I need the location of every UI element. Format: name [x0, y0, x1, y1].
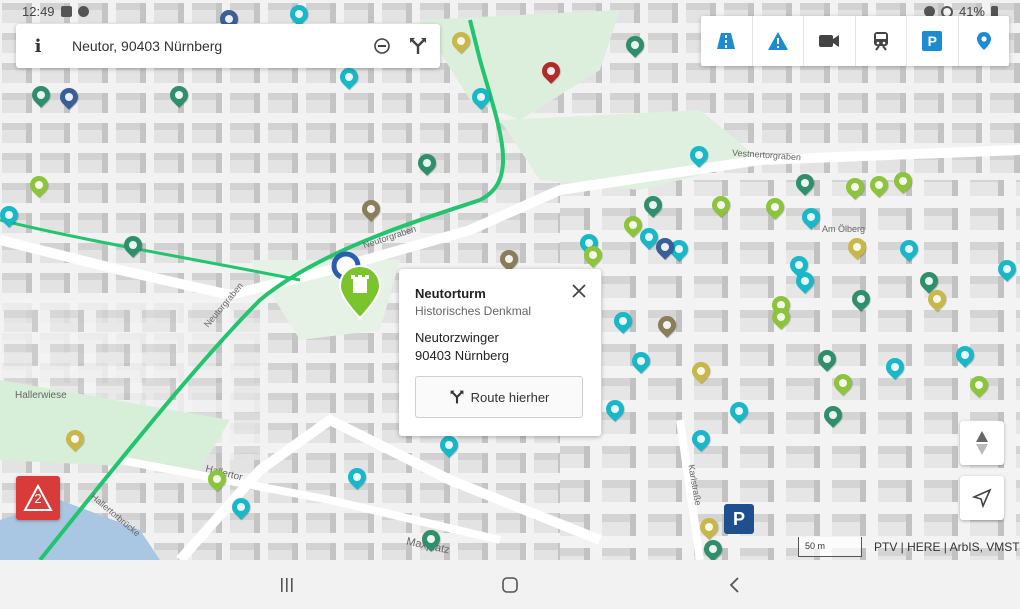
locate-me-button[interactable]: [960, 476, 1004, 520]
map-attribution: PTV | HERE | ArbIS, VMST: [874, 540, 1020, 554]
close-icon: [572, 284, 586, 298]
minus-circle-icon: [374, 38, 390, 54]
compass-button[interactable]: [960, 421, 1004, 465]
popup-title: Neutorturm: [415, 286, 486, 301]
compass-icon: [976, 431, 988, 455]
street-label: Hallerwiese: [15, 390, 67, 401]
warning-triangle-icon: [767, 32, 788, 50]
recent-apps-button[interactable]: [272, 572, 302, 598]
warning-layer-button[interactable]: [753, 16, 804, 66]
close-button[interactable]: [569, 281, 589, 301]
popup-subtitle: Historisches Denkmal: [415, 304, 532, 318]
road-icon: [717, 33, 736, 49]
search-input[interactable]: Neutor, 90403 Nürnberg: [60, 38, 364, 54]
layers-toolbar: P: [701, 16, 1009, 66]
warning-count: 2: [34, 491, 42, 506]
popup-address-line1: Neutorzwinger: [415, 330, 499, 345]
selected-poi-marker-icon[interactable]: [338, 264, 382, 320]
scale-label: 50 m: [805, 541, 826, 551]
map-scale: 50 m: [798, 537, 862, 557]
home-button[interactable]: [495, 572, 525, 598]
popup-address-line2: 90403 Nürnberg: [415, 348, 509, 363]
info-button[interactable]: i: [16, 24, 60, 68]
back-icon: [729, 577, 739, 593]
traffic-road-layer-button[interactable]: [701, 16, 753, 66]
search-bar: i Neutor, 90403 Nürnberg: [16, 24, 440, 68]
transit-layer-button[interactable]: [856, 16, 907, 66]
camera-layer-button[interactable]: [804, 16, 856, 66]
home-icon: [502, 577, 518, 593]
route-here-label: Route hierher: [470, 389, 550, 405]
parking-icon: P: [922, 31, 943, 51]
route-button[interactable]: [400, 24, 436, 68]
train-icon: [873, 32, 888, 51]
route-icon: [450, 390, 464, 404]
warnings-button[interactable]: 2: [16, 476, 60, 520]
settings-icon: [77, 6, 89, 17]
poi-popup: Neutorturm Historisches Denkmal Neutorzw…: [399, 269, 601, 436]
route-icon: [410, 38, 426, 54]
status-time: 12:49: [22, 4, 55, 19]
poi-layer-button[interactable]: [959, 16, 1010, 66]
back-button[interactable]: [720, 572, 750, 598]
system-nav-bar: [0, 560, 1020, 609]
clear-location-button[interactable]: [364, 24, 400, 68]
street-label: Am Ölberg: [822, 224, 866, 234]
status-bar-left: 12:49: [22, 4, 89, 19]
gallery-icon: [60, 6, 72, 17]
video-camera-icon: [819, 35, 840, 47]
parking-marker-icon[interactable]: P: [724, 504, 754, 534]
parking-layer-button[interactable]: P: [907, 16, 959, 66]
location-pin-icon: [976, 32, 991, 50]
recent-apps-icon: [281, 578, 293, 592]
info-icon: i: [34, 35, 42, 57]
route-here-button[interactable]: Route hierher: [415, 376, 583, 418]
navigation-arrow-icon: [972, 488, 992, 508]
